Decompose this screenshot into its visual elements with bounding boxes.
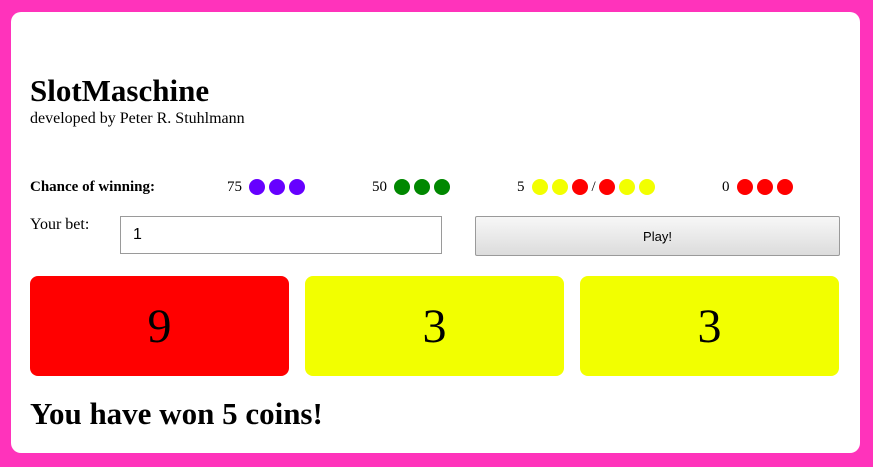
- red-dot-icon: [571, 179, 588, 195]
- app-title: SlotMaschine: [30, 73, 210, 108]
- green-dot-icon: [434, 179, 450, 195]
- yellow-dot-icon: [551, 179, 568, 195]
- combo-separator: /: [591, 178, 596, 195]
- bet-input[interactable]: [120, 216, 442, 254]
- combo-purple: 75: [227, 177, 309, 197]
- combo-value: 5: [517, 178, 525, 195]
- reel-number: 3: [697, 299, 722, 353]
- chance-of-winning-label: Chance of winning:: [30, 179, 156, 195]
- yellow-dot-icon: [638, 179, 655, 195]
- red-dot-icon: [598, 179, 615, 195]
- play-button[interactable]: Play!: [475, 216, 840, 256]
- reel-2: 3: [305, 276, 564, 376]
- combo-yellow-red: 5 /: [517, 177, 659, 197]
- reel-number: 9: [147, 299, 172, 353]
- reel-1: 9: [30, 276, 289, 376]
- combo-red: 0: [722, 177, 797, 197]
- combo-value: 50: [372, 178, 387, 195]
- combo-green: 50: [372, 177, 454, 197]
- combo-value: 75: [227, 178, 242, 195]
- combo-value: 0: [722, 178, 730, 195]
- reel-3: 3: [580, 276, 839, 376]
- app-subtitle: developed by Peter R. Stuhlmann: [30, 110, 245, 127]
- purple-dot-icon: [249, 179, 265, 195]
- green-dot-icon: [394, 179, 410, 195]
- result-message: You have won 5 coins!: [30, 396, 323, 431]
- yellow-dot-icon: [531, 179, 548, 195]
- red-dot-icon: [736, 179, 753, 195]
- reel-number: 3: [422, 299, 447, 353]
- bet-label: Your bet:: [30, 216, 90, 233]
- red-dot-icon: [776, 179, 793, 195]
- purple-dot-icon: [289, 179, 305, 195]
- yellow-dot-icon: [618, 179, 635, 195]
- slot-machine-card: SlotMaschine developed by Peter R. Stuhl…: [11, 12, 860, 453]
- green-dot-icon: [414, 179, 430, 195]
- red-dot-icon: [756, 179, 773, 195]
- purple-dot-icon: [269, 179, 285, 195]
